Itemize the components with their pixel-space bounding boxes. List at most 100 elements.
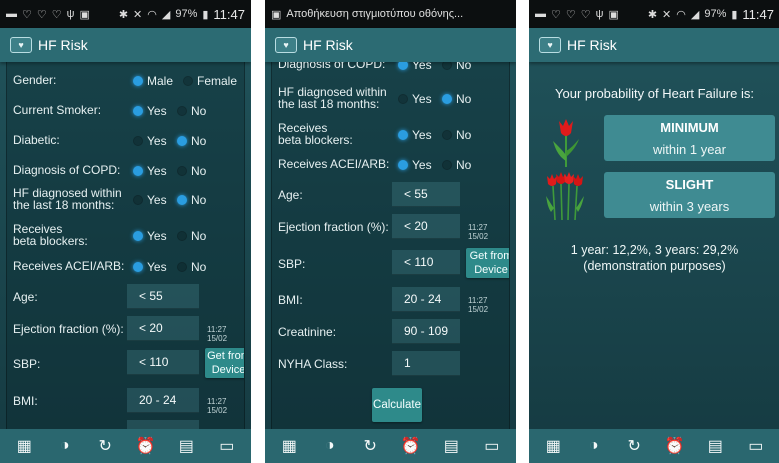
age-row: Age: < 55 (7, 284, 244, 310)
radio-unselected[interactable] (442, 130, 452, 140)
radio-unselected[interactable] (442, 62, 452, 70)
calendar-grid-icon[interactable]: ▦ (543, 436, 563, 456)
ef-value-field[interactable]: < 20 (392, 214, 460, 239)
document-icon[interactable]: ▤ (705, 436, 725, 456)
calendar-icon[interactable]: ▭ (746, 436, 766, 456)
diabetic-yes-option[interactable]: Yes (133, 134, 167, 148)
diabetic-label: Diabetic: (13, 133, 60, 147)
radio-selected[interactable] (133, 262, 143, 272)
mute-icon: ✕ (662, 8, 672, 21)
radio-unselected[interactable] (398, 94, 408, 104)
ef-label: Ejection fraction (%): (13, 322, 124, 336)
radio-selected[interactable] (133, 166, 143, 176)
get-from-device-button[interactable]: Get from Device (205, 348, 244, 378)
hf-diagnosed-no-option[interactable]: No (442, 92, 471, 106)
acei-label: Receives ACEI/ARB: (13, 259, 125, 273)
copd-yes-option[interactable]: Yes (398, 62, 432, 72)
status-left-icons: ▬ ♡ ♡ ♡ ψ ▣ (6, 8, 90, 21)
radio-unselected[interactable] (183, 76, 193, 86)
hf-diagnosed-no-option[interactable]: No (177, 193, 206, 207)
radio-selected[interactable] (177, 136, 187, 146)
ef-value-field[interactable]: < 20 (127, 316, 199, 341)
radio-unselected[interactable] (442, 160, 452, 170)
acei-no-option[interactable]: No (177, 260, 206, 274)
radio-selected[interactable] (398, 160, 408, 170)
beta-blockers-no-text: No (191, 229, 207, 243)
form-scroll-area[interactable]: Gender: Male Female Current Smoker: Yes … (6, 62, 245, 429)
age-value-field[interactable]: < 55 (127, 284, 199, 309)
app-logo-icon[interactable]: ♥ (275, 37, 297, 53)
radio-selected[interactable] (177, 195, 187, 205)
get-from-device-button[interactable]: Get from Device (466, 248, 509, 278)
copd-no-option[interactable]: No (442, 62, 471, 72)
alarm-clock-icon[interactable]: ⏰ (665, 436, 685, 456)
radio-unselected[interactable] (133, 136, 143, 146)
nyha-value-field[interactable]: 1 (392, 351, 460, 376)
bmi-row: BMI: 20 - 24 11:27 15/02 (7, 388, 244, 415)
heart-icon: ♡ (565, 8, 576, 21)
creatinine-value-field[interactable]: 90 - 109 (392, 319, 460, 344)
document-icon[interactable]: ▤ (441, 436, 461, 456)
acei-no-option[interactable]: No (442, 158, 471, 172)
alarm-clock-icon[interactable]: ⏰ (401, 436, 421, 456)
calendar-grid-icon[interactable]: ▦ (279, 436, 299, 456)
half-circle-icon[interactable]: ◑ (55, 436, 75, 456)
sbp-value-field[interactable]: < 110 (392, 250, 460, 275)
calendar-icon[interactable]: ▭ (217, 436, 237, 456)
smoker-yes-option[interactable]: Yes (133, 104, 167, 118)
half-circle-icon[interactable]: ◑ (584, 436, 604, 456)
calendar-grid-icon[interactable]: ▦ (14, 436, 34, 456)
radio-unselected[interactable] (177, 262, 187, 272)
beta-blockers-yes-option[interactable]: Yes (133, 229, 167, 243)
radio-selected[interactable] (442, 94, 452, 104)
acei-yes-option[interactable]: Yes (398, 158, 432, 172)
half-circle-icon[interactable]: ◑ (320, 436, 340, 456)
radio-unselected[interactable] (133, 195, 143, 205)
diabetic-no-option[interactable]: No (177, 134, 206, 148)
sbp-value-field[interactable]: < 110 (127, 350, 199, 375)
sbp-row: SBP: < 110 Get from Device (272, 248, 509, 278)
nyha-label: NYHA Class: (278, 357, 348, 371)
alarm-clock-icon[interactable]: ⏰ (136, 436, 156, 456)
radio-selected[interactable] (133, 76, 143, 86)
beta-blockers-yes-text: Yes (412, 128, 432, 142)
app-logo-icon[interactable]: ♥ (10, 37, 32, 53)
status-bar: ▬ ♡ ♡ ♡ ψ ▣ ✱ ✕ ◠ ◢ 97% ▮ 11:47 (0, 0, 251, 28)
bmi-value-field[interactable]: 20 - 24 (392, 287, 460, 312)
heart-icon: ♡ (22, 8, 32, 21)
radio-unselected[interactable] (177, 166, 187, 176)
refresh-icon[interactable]: ↻ (624, 436, 644, 456)
creatinine-field-partial[interactable] (127, 420, 199, 429)
smoker-no-option[interactable]: No (177, 104, 206, 118)
form-scroll-area[interactable]: Diagnosis of COPD: Yes No HF diagnosed w… (271, 62, 510, 429)
bmi-value-field[interactable]: 20 - 24 (127, 388, 199, 413)
beta-blockers-no-option[interactable]: No (177, 229, 206, 243)
status-left-icons: ▬ ♡ ♡ ♡ ψ ▣ (535, 8, 619, 21)
refresh-icon[interactable]: ↻ (95, 436, 115, 456)
radio-selected[interactable] (398, 62, 408, 70)
age-value-field[interactable]: < 55 (392, 182, 460, 207)
hf-diagnosed-yes-option[interactable]: Yes (398, 92, 432, 106)
next-row-partial (7, 420, 244, 429)
gender-female-option[interactable]: Female (183, 74, 237, 88)
copd-yes-option[interactable]: Yes (133, 164, 167, 178)
beta-blockers-label-line2: beta blockers: (13, 234, 88, 248)
refresh-icon[interactable]: ↻ (360, 436, 380, 456)
radio-unselected[interactable] (177, 106, 187, 116)
radio-selected[interactable] (133, 231, 143, 241)
document-icon[interactable]: ▤ (176, 436, 196, 456)
radio-selected[interactable] (398, 130, 408, 140)
beta-blockers-yes-option[interactable]: Yes (398, 128, 432, 142)
acei-yes-text: Yes (147, 260, 167, 274)
beta-blockers-no-option[interactable]: No (442, 128, 471, 142)
radio-selected[interactable] (133, 106, 143, 116)
app-logo-icon[interactable]: ♥ (539, 37, 561, 53)
copd-no-option[interactable]: No (177, 164, 206, 178)
radio-unselected[interactable] (177, 231, 187, 241)
hf-diagnosed-yes-option[interactable]: Yes (133, 193, 167, 207)
acei-yes-option[interactable]: Yes (133, 260, 167, 274)
calculate-button[interactable]: Calculate (372, 388, 422, 422)
calendar-icon[interactable]: ▭ (482, 436, 502, 456)
gender-male-option[interactable]: Male (133, 74, 173, 88)
acei-row: Receives ACEI/ARB: Yes No (272, 158, 509, 172)
